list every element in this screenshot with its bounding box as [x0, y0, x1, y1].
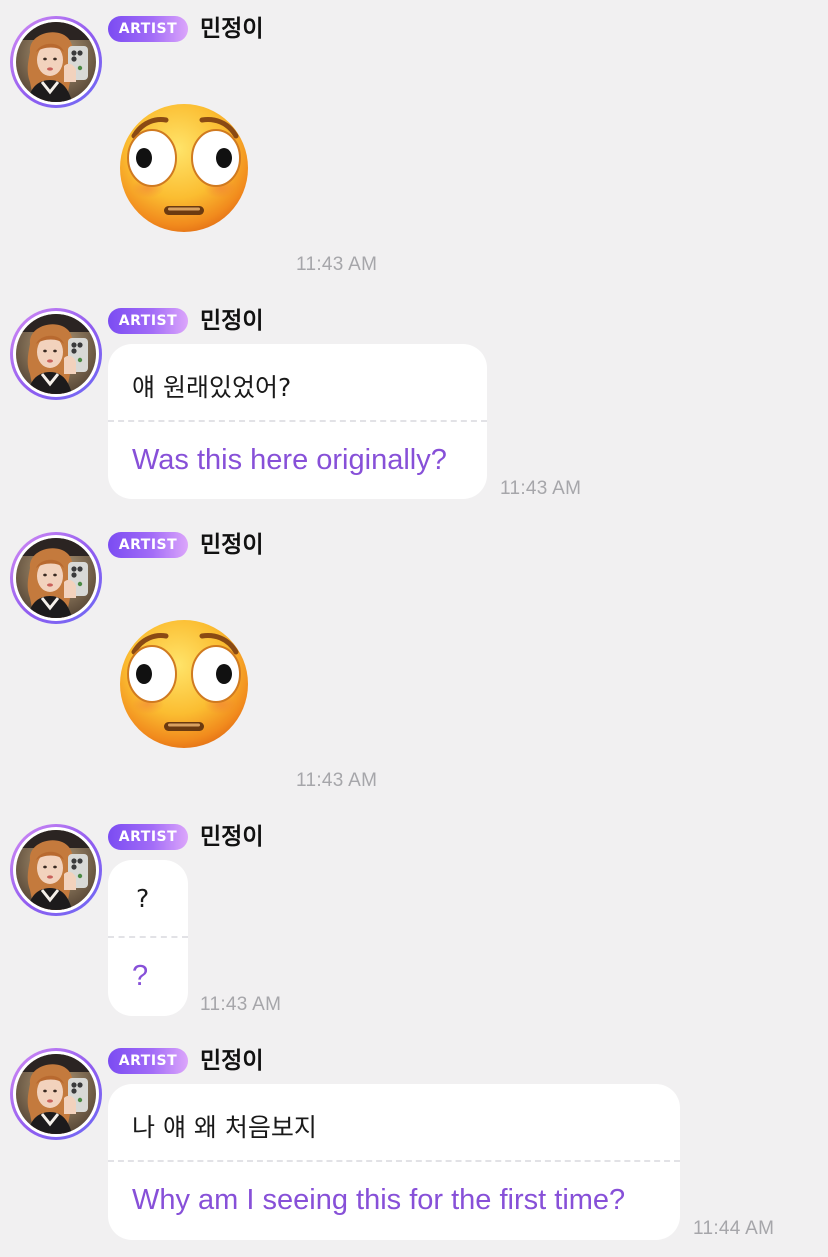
translation-divider	[108, 936, 188, 938]
message: ARTIST 민정이 나 얘 왜 처음보지 Why am I seeing th…	[0, 1040, 828, 1257]
translation-divider	[108, 420, 487, 422]
timestamp: 11:43 AM	[296, 254, 378, 275]
sender-name[interactable]: 민정이	[200, 306, 263, 336]
message: ARTIST 민정이 얘 원래있었어? Was this here origin…	[0, 300, 828, 510]
timestamp: 11:43 AM	[296, 770, 378, 791]
artist-badge: ARTIST	[108, 16, 188, 42]
sender-name[interactable]: 민정이	[200, 530, 263, 560]
message: ARTIST 민정이 11:43 AM	[0, 0, 828, 290]
avatar-ring	[13, 535, 99, 621]
artist-badge: ARTIST	[108, 532, 188, 558]
artist-badge: ARTIST	[108, 308, 188, 334]
original-text: 얘 원래있었어?	[132, 373, 292, 402]
flushed-face-emoji-icon[interactable]	[114, 96, 254, 236]
original-text: 나 얘 왜 처음보지	[132, 1113, 317, 1142]
sender-name[interactable]: 민정이	[200, 14, 263, 44]
avatar-ring	[13, 1051, 99, 1137]
avatar-photo	[16, 830, 96, 910]
message-bubble[interactable]: ? ?	[108, 860, 188, 1016]
sender-name[interactable]: 민정이	[200, 822, 263, 852]
avatar-ring	[13, 19, 99, 105]
avatar-ring	[13, 827, 99, 913]
timestamp: 11:43 AM	[200, 994, 282, 1015]
message: ARTIST 민정이 ? ? 11:43 AM	[0, 816, 828, 1026]
avatar-photo	[16, 538, 96, 618]
avatar[interactable]	[10, 824, 102, 916]
timestamp: 11:44 AM	[693, 1218, 775, 1239]
avatar[interactable]	[10, 1048, 102, 1140]
avatar-photo	[16, 22, 96, 102]
artist-badge: ARTIST	[108, 824, 188, 850]
original-text: ?	[136, 884, 150, 913]
translated-text: ?	[132, 960, 149, 992]
sender-name[interactable]: 민정이	[200, 1046, 263, 1076]
message-bubble[interactable]: 얘 원래있었어? Was this here originally?	[108, 344, 487, 499]
translated-text: Was this here originally?	[132, 444, 447, 476]
flushed-face-emoji-icon[interactable]	[114, 612, 254, 752]
message: ARTIST 민정이 11:43 AM	[0, 524, 828, 809]
avatar[interactable]	[10, 532, 102, 624]
avatar-photo	[16, 314, 96, 394]
avatar-photo	[16, 1054, 96, 1134]
timestamp: 11:43 AM	[500, 478, 582, 499]
translation-divider	[108, 1160, 680, 1162]
avatar[interactable]	[10, 308, 102, 400]
avatar-ring	[13, 311, 99, 397]
avatar[interactable]	[10, 16, 102, 108]
message-bubble[interactable]: 나 얘 왜 처음보지 Why am I seeing this for the …	[108, 1084, 680, 1240]
artist-badge: ARTIST	[108, 1048, 188, 1074]
translated-text: Why am I seeing this for the first time?	[132, 1184, 626, 1216]
